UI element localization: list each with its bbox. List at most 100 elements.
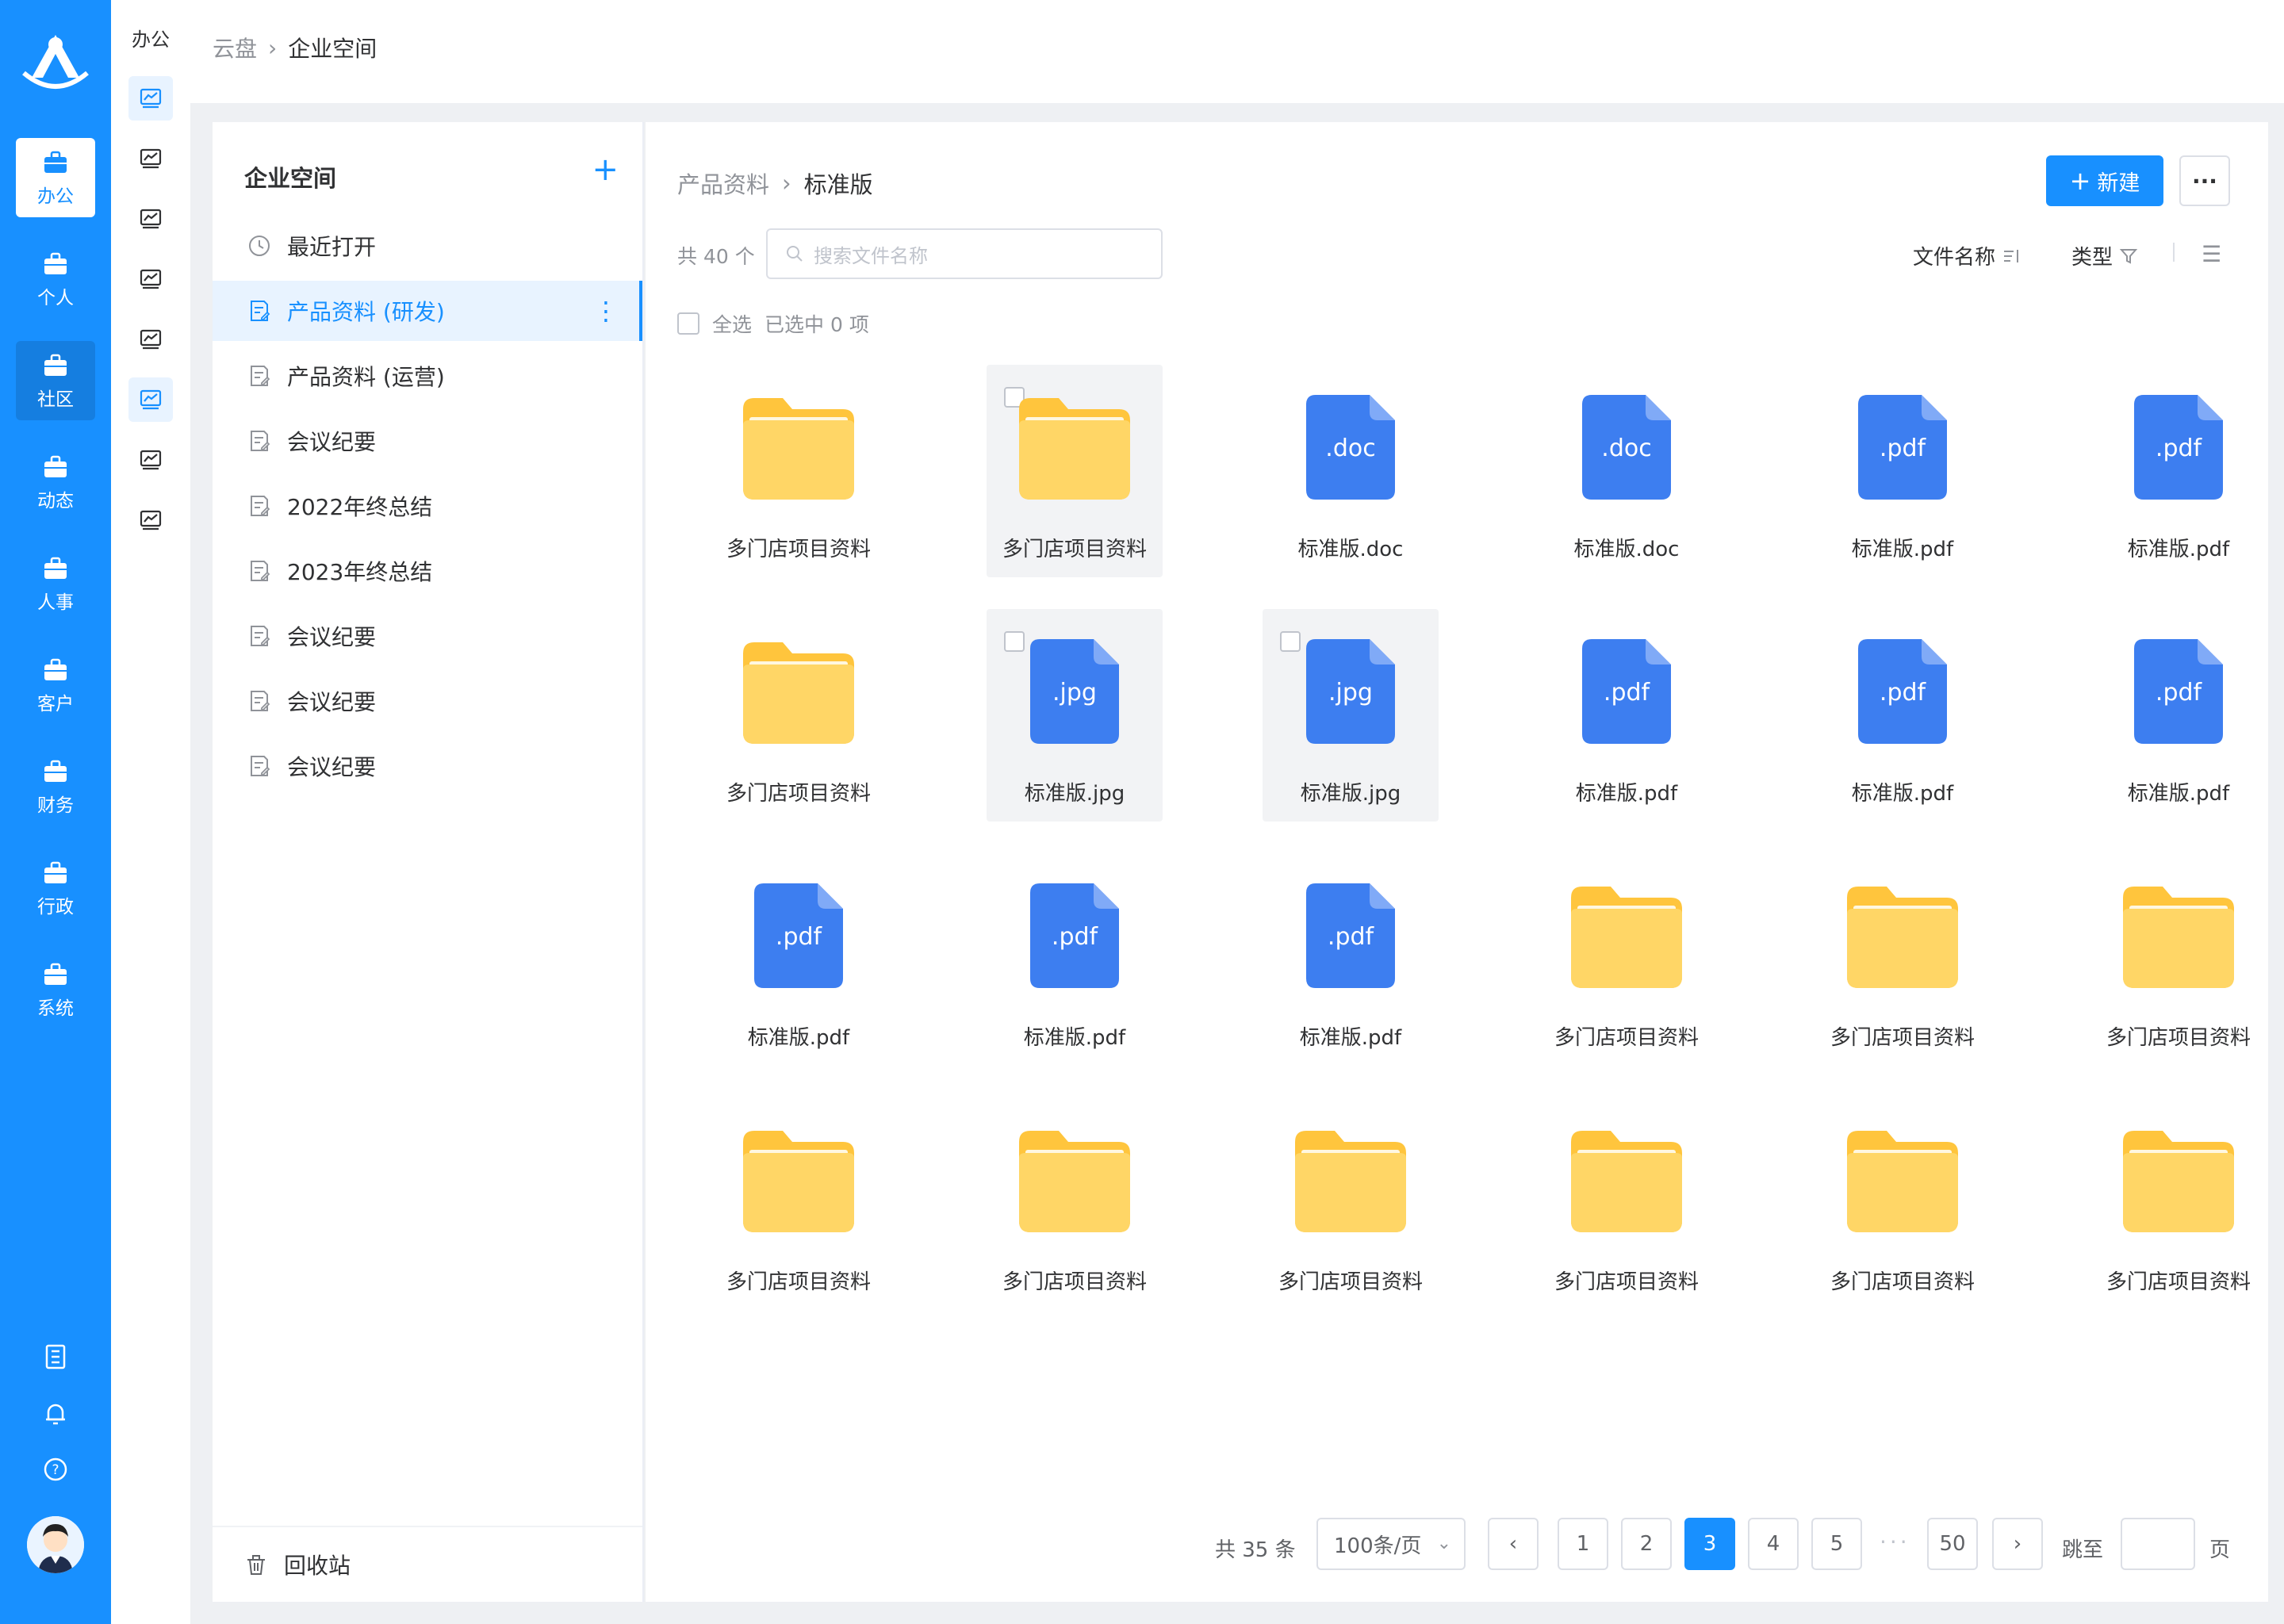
trash-icon bbox=[247, 1555, 265, 1575]
notebook-icon[interactable] bbox=[0, 1343, 111, 1373]
file-tile[interactable]: .jpg 标准版.jpg bbox=[1263, 609, 1439, 822]
folder-tile[interactable]: 多门店项目资料 bbox=[987, 365, 1163, 577]
file-checkbox[interactable] bbox=[1280, 631, 1301, 652]
help-icon[interactable]: ? bbox=[0, 1456, 111, 1486]
page-last[interactable]: 50 bbox=[1927, 1518, 1978, 1570]
file-name: 标准版.pdf bbox=[1299, 1026, 1402, 1050]
rail-item[interactable]: 个人 bbox=[16, 239, 95, 319]
rail-item[interactable]: 社区 bbox=[16, 341, 95, 420]
file-name: 标准版.pdf bbox=[2127, 538, 2230, 561]
divider bbox=[2173, 243, 2175, 262]
folder-item-label: 产品资料 (研发) bbox=[287, 299, 445, 325]
new-button[interactable]: + 新建 bbox=[2046, 155, 2163, 206]
file-name: 多门店项目资料 bbox=[1554, 1270, 1699, 1294]
page-size-select[interactable]: 100条/页 ⌄ bbox=[1316, 1518, 1466, 1570]
file-name: 标准版.pdf bbox=[1851, 782, 1954, 806]
file-name: 标准版.pdf bbox=[1851, 538, 1954, 561]
folder-tile[interactable]: 多门店项目资料 bbox=[711, 609, 887, 822]
list-view-icon[interactable]: ☰ bbox=[2202, 241, 2221, 267]
file-tile[interactable]: .doc 标准版.doc bbox=[1539, 365, 1715, 577]
chart-icon[interactable] bbox=[128, 257, 173, 301]
rail-item[interactable]: 人事 bbox=[16, 544, 95, 623]
file-tile[interactable]: .pdf 标准版.pdf bbox=[1815, 609, 1991, 822]
folder-tile[interactable]: 多门店项目资料 bbox=[1539, 1097, 1715, 1310]
chart-icon[interactable] bbox=[128, 76, 173, 121]
folder-tile[interactable]: 多门店项目资料 bbox=[1263, 1097, 1439, 1310]
rail-item[interactable]: 办公 bbox=[16, 138, 95, 217]
folder-tile[interactable]: 多门店项目资料 bbox=[2090, 1097, 2267, 1310]
chart-icon[interactable] bbox=[128, 317, 173, 362]
app-logo-icon[interactable] bbox=[19, 29, 92, 95]
breadcrumb-root[interactable]: 云盘 bbox=[213, 32, 257, 63]
folder-tile[interactable]: 多门店项目资料 bbox=[1815, 1097, 1991, 1310]
page-button[interactable]: 2 bbox=[1621, 1518, 1672, 1570]
file-checkbox[interactable] bbox=[1004, 631, 1025, 652]
page-button[interactable]: 3 bbox=[1684, 1518, 1735, 1570]
folder-tile[interactable]: 多门店项目资料 bbox=[1815, 853, 1991, 1066]
file-tile[interactable]: .pdf 标准版.pdf bbox=[2090, 609, 2267, 822]
rail-item[interactable]: 系统 bbox=[16, 950, 95, 1029]
recycle-bin[interactable]: 回收站 bbox=[213, 1526, 642, 1602]
folder-item[interactable]: 会议纪要 bbox=[213, 736, 642, 796]
prev-page-button[interactable]: ‹ bbox=[1488, 1518, 1539, 1570]
folder-item[interactable]: 2022年终总结 bbox=[213, 476, 642, 536]
add-folder-button[interactable]: + bbox=[592, 154, 619, 186]
search-input[interactable]: 搜索文件名称 bbox=[766, 228, 1163, 279]
folder-tile[interactable]: 多门店项目资料 bbox=[987, 1097, 1163, 1310]
rail-item[interactable]: 客户 bbox=[16, 645, 95, 725]
folder-item-label: 最近打开 bbox=[287, 234, 377, 260]
folder-item[interactable]: 产品资料 (运营) bbox=[213, 346, 642, 406]
file-tile[interactable]: .doc 标准版.doc bbox=[1263, 365, 1439, 577]
file-name: 多门店项目资料 bbox=[2106, 1270, 2251, 1294]
chart-icon[interactable] bbox=[128, 438, 173, 482]
jump-page-input[interactable] bbox=[2121, 1518, 2195, 1570]
folder-tile[interactable]: 多门店项目资料 bbox=[1539, 853, 1715, 1066]
folder-item[interactable]: 2023年终总结 bbox=[213, 541, 642, 601]
select-all-label[interactable]: 全选 bbox=[712, 309, 752, 338]
more-options-button[interactable]: ··· bbox=[2179, 155, 2230, 206]
next-page-button[interactable]: › bbox=[1992, 1518, 2043, 1570]
folder-tile[interactable]: 多门店项目资料 bbox=[2090, 853, 2267, 1066]
folder-item[interactable]: 产品资料 (研发) ⋮ bbox=[213, 281, 642, 341]
folder-item[interactable]: 会议纪要 bbox=[213, 606, 642, 666]
breadcrumb-parent[interactable]: 产品资料 bbox=[677, 167, 769, 200]
rail-item[interactable]: 行政 bbox=[16, 848, 95, 928]
folder-item[interactable]: 会议纪要 bbox=[213, 671, 642, 731]
kebab-menu-icon[interactable]: ⋮ bbox=[593, 296, 619, 326]
folder-item[interactable]: 最近打开 bbox=[213, 216, 642, 276]
folder-tile[interactable]: 多门店项目资料 bbox=[711, 1097, 887, 1310]
bell-icon[interactable] bbox=[0, 1400, 111, 1431]
rail-item-label: 客户 bbox=[37, 694, 74, 714]
type-filter-button[interactable]: 类型 bbox=[2071, 241, 2140, 270]
chart-icon[interactable] bbox=[128, 498, 173, 542]
page-button[interactable]: 4 bbox=[1748, 1518, 1799, 1570]
folder-tile[interactable]: 多门店项目资料 bbox=[711, 365, 887, 577]
file-name: 多门店项目资料 bbox=[1830, 1026, 1975, 1050]
file-tile[interactable]: .pdf 标准版.pdf bbox=[1539, 609, 1715, 822]
file-tile[interactable]: .pdf 标准版.pdf bbox=[1815, 365, 1991, 577]
rail-item[interactable]: 财务 bbox=[16, 747, 95, 826]
avatar[interactable] bbox=[27, 1516, 84, 1573]
sort-by-name-button[interactable]: 文件名称 bbox=[1913, 241, 2022, 270]
chart-icon[interactable] bbox=[128, 136, 173, 181]
rail-item[interactable]: 动态 bbox=[16, 442, 95, 522]
briefcase-icon bbox=[16, 555, 95, 582]
chart-icon[interactable] bbox=[128, 197, 173, 241]
briefcase-icon bbox=[16, 352, 95, 379]
folder-item[interactable]: 会议纪要 bbox=[213, 411, 642, 471]
file-tile[interactable]: .pdf 标准版.pdf bbox=[2090, 365, 2267, 577]
select-all-checkbox[interactable] bbox=[677, 312, 699, 335]
page-button[interactable]: 5 bbox=[1811, 1518, 1862, 1570]
recycle-bin-label: 回收站 bbox=[284, 1553, 351, 1579]
chart-icon[interactable] bbox=[128, 377, 173, 422]
doc-edit-icon bbox=[247, 689, 287, 713]
file-name: 多门店项目资料 bbox=[726, 1270, 871, 1294]
pagination-ellipsis[interactable]: ··· bbox=[1880, 1529, 1910, 1555]
page-button[interactable]: 1 bbox=[1558, 1518, 1608, 1570]
file-tile[interactable]: .jpg 标准版.jpg bbox=[987, 609, 1163, 822]
file-tile[interactable]: .pdf 标准版.pdf bbox=[1263, 853, 1439, 1066]
file-tile[interactable]: .pdf 标准版.pdf bbox=[987, 853, 1163, 1066]
file-tile[interactable]: .pdf 标准版.pdf bbox=[711, 853, 887, 1066]
folder-panel-title: 企业空间 bbox=[244, 165, 337, 192]
pagination-total: 共 35 条 bbox=[1215, 1538, 1296, 1562]
